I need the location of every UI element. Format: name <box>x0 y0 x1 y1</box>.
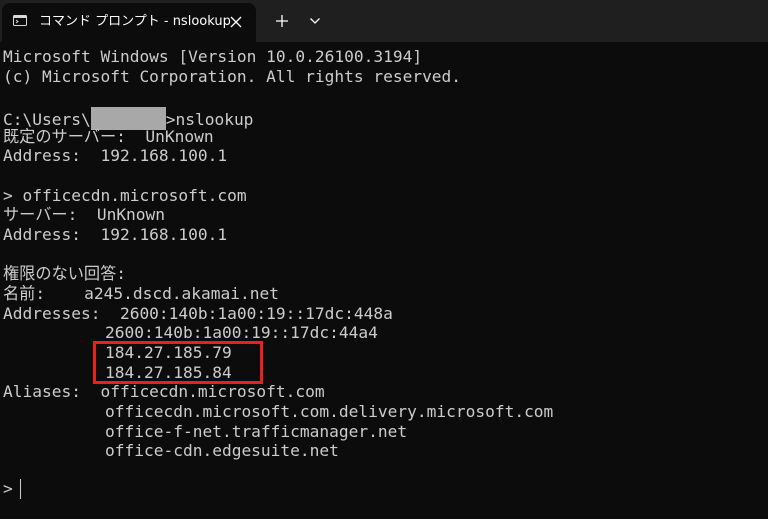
answer-name-line: 名前: a245.dscd.akamai.net <box>3 284 280 303</box>
answer-aliases-line: Aliases: officecdn.microsoft.com <box>3 382 325 401</box>
answer-addresses-line: Addresses: 2600:140b:1a00:19::17dc:448a <box>3 304 393 323</box>
alias-4: office-cdn.edgesuite.net <box>105 441 339 460</box>
banner-copyright-line: (c) Microsoft Corporation. All rights re… <box>3 67 462 86</box>
query-address-line: Address: 192.168.100.1 <box>3 225 228 244</box>
close-icon[interactable] <box>230 16 242 28</box>
title-bar: コマンド プロンプト - nslookup <box>0 0 768 42</box>
query-server-line: サーバー: UnKnown <box>3 205 166 224</box>
banner-version-line: Microsoft Windows [Version 10.0.26100.31… <box>3 47 423 66</box>
plus-icon[interactable] <box>276 15 288 27</box>
answer-header-line: 権限のない回答: <box>3 264 127 283</box>
alias-3: office-f-net.trafficmanager.net <box>105 422 408 441</box>
tab-title: コマンド プロンプト - nslookup <box>39 14 231 29</box>
address-ipv4-1: 184.27.185.79 <box>105 343 232 362</box>
command-prompt-icon <box>13 15 27 26</box>
command-line: C:\Users\ >nslookup <box>3 107 253 130</box>
default-server-line: 既定のサーバー: UnKnown <box>3 127 214 146</box>
terminal-output[interactable]: Microsoft Windows [Version 10.0.26100.31… <box>0 42 768 519</box>
alias-2: officecdn.microsoft.com.delivery.microso… <box>105 402 554 421</box>
text-cursor <box>20 479 21 499</box>
query-input-line: > officecdn.microsoft.com <box>3 186 247 205</box>
chevron-down-icon[interactable] <box>310 18 320 24</box>
tab-command-prompt[interactable]: コマンド プロンプト - nslookup <box>2 3 256 42</box>
prompt-symbol: > <box>3 479 13 498</box>
address-ipv4-2: 184.27.185.84 <box>105 363 232 382</box>
terminal-window: コマンド プロンプト - nslookup Microsoft Windows … <box>0 0 768 519</box>
default-server-address-line: Address: 192.168.100.1 <box>3 146 228 165</box>
address-ipv6-2: 2600:140b:1a00:19::17dc:44a4 <box>105 323 378 342</box>
